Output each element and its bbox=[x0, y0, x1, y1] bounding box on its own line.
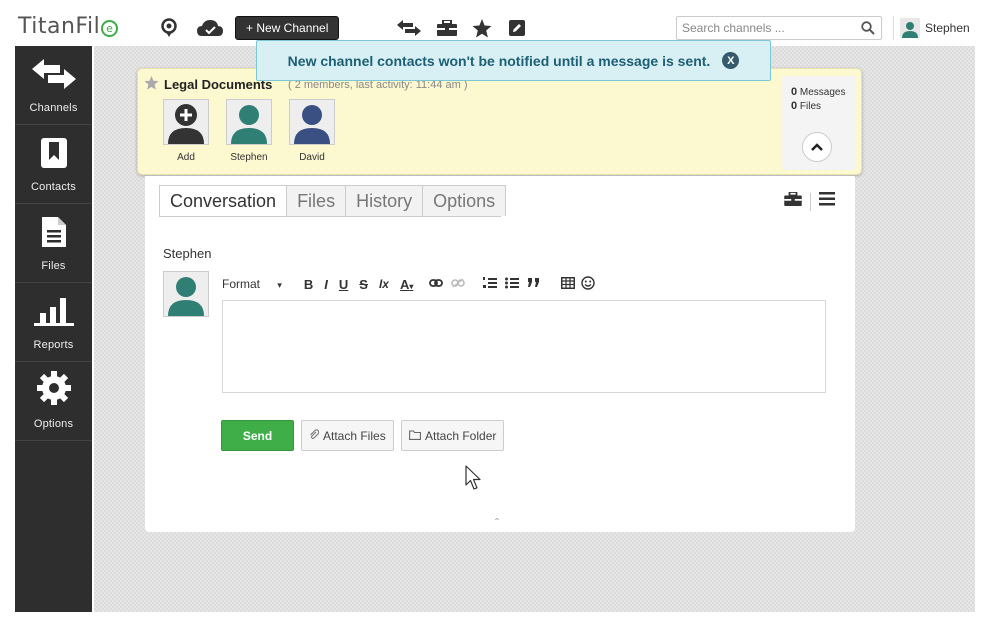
sidebar-item-label: Files bbox=[41, 260, 66, 272]
chevron-down-icon: ▾ bbox=[277, 280, 282, 290]
tab-bar: Conversation Files History Options bbox=[159, 185, 507, 216]
user-menu[interactable]: Stephen bbox=[893, 16, 971, 40]
sidebar: Channels Contacts Files Reports Options bbox=[15, 46, 92, 612]
cloud-icon[interactable] bbox=[196, 17, 224, 39]
sidebar-item-options[interactable]: Options bbox=[15, 362, 92, 441]
chevron-up-icon bbox=[811, 143, 823, 151]
logo[interactable]: TitanFil e bbox=[18, 14, 119, 39]
sidebar-item-reports[interactable]: Reports bbox=[15, 283, 92, 362]
search-box bbox=[676, 16, 882, 40]
emoji-icon[interactable] bbox=[581, 275, 596, 293]
gear-icon bbox=[36, 371, 71, 410]
editor-toolbar: Format ▾ B I U S Ix A▾ bbox=[222, 274, 596, 294]
channel-header: Legal Documents ( 2 members, last activi… bbox=[137, 68, 862, 175]
tab-history[interactable]: History bbox=[345, 185, 424, 216]
transfer-arrows-icon[interactable] bbox=[396, 17, 422, 39]
table-icon[interactable] bbox=[561, 276, 576, 292]
collapse-header-button[interactable] bbox=[802, 132, 832, 162]
sidebar-item-label: Reports bbox=[33, 339, 74, 351]
files-stat: 0 Files bbox=[791, 100, 822, 112]
bullet-list-icon[interactable] bbox=[505, 277, 520, 292]
sidebar-item-files[interactable]: Files bbox=[15, 204, 92, 283]
underline-button[interactable]: U bbox=[339, 277, 348, 292]
message-editor[interactable] bbox=[222, 300, 826, 393]
member-name: David bbox=[299, 152, 325, 163]
tab-files[interactable]: Files bbox=[286, 185, 347, 216]
paperclip-icon bbox=[309, 428, 320, 443]
sidebar-item-label: Contacts bbox=[30, 181, 76, 193]
star-icon[interactable] bbox=[471, 17, 493, 39]
avatar bbox=[226, 99, 272, 145]
avatar bbox=[163, 271, 209, 317]
divider bbox=[810, 192, 811, 211]
sidebar-item-channels[interactable]: Channels bbox=[15, 46, 92, 125]
attach-files-button[interactable]: Attach Files bbox=[301, 420, 394, 451]
search-icon[interactable] bbox=[861, 21, 875, 40]
sidebar-item-label: Channels bbox=[29, 102, 78, 114]
toolbox-icon[interactable] bbox=[784, 191, 802, 211]
format-dropdown[interactable]: Format ▾ bbox=[222, 277, 282, 291]
main-panel: Conversation Files History Options Steph… bbox=[145, 176, 855, 532]
logo-text: TitanFil bbox=[18, 14, 101, 39]
italic-button[interactable]: I bbox=[324, 277, 328, 292]
add-member-button[interactable]: Add bbox=[162, 99, 210, 163]
composer-author: Stephen bbox=[163, 246, 212, 261]
attach-files-label: Attach Files bbox=[323, 428, 386, 443]
attach-folder-label: Attach Folder bbox=[425, 428, 497, 443]
bold-button[interactable]: B bbox=[304, 277, 313, 292]
support-icon[interactable] bbox=[158, 17, 180, 39]
avatar bbox=[163, 99, 209, 145]
tab-options[interactable]: Options bbox=[422, 185, 507, 216]
messages-stat: 0 Messages bbox=[791, 86, 846, 98]
link-icon[interactable] bbox=[429, 277, 444, 291]
notification-banner: New channel contacts won't be notified u… bbox=[256, 40, 771, 81]
member-david[interactable]: David bbox=[288, 99, 336, 163]
close-icon[interactable]: X bbox=[722, 52, 740, 69]
tab-conversation[interactable]: Conversation bbox=[159, 185, 288, 216]
numbered-list-icon[interactable] bbox=[483, 276, 498, 292]
bookmark-icon bbox=[40, 138, 67, 173]
app-window: TitanFil e + New Channel Search channels… bbox=[0, 0, 992, 630]
search-input[interactable] bbox=[677, 17, 852, 39]
member-name: Add bbox=[177, 152, 195, 163]
attach-folder-button[interactable]: Attach Folder bbox=[401, 420, 505, 451]
avatar bbox=[900, 18, 920, 38]
strikethrough-button[interactable]: S bbox=[359, 277, 368, 292]
member-name: Stephen bbox=[230, 152, 268, 163]
new-channel-button[interactable]: + New Channel bbox=[235, 16, 340, 40]
clear-format-button[interactable]: Ix bbox=[379, 277, 389, 291]
tabs-divider bbox=[159, 216, 501, 217]
notification-text: New channel contacts won't be notified u… bbox=[287, 52, 711, 69]
quote-icon[interactable] bbox=[527, 277, 541, 291]
sidebar-item-label: Options bbox=[33, 418, 74, 430]
transfer-arrows-icon bbox=[31, 59, 76, 94]
expand-icon[interactable]: ˆ bbox=[495, 516, 499, 530]
cursor-icon bbox=[465, 465, 483, 496]
menu-icon[interactable] bbox=[819, 192, 835, 211]
user-name: Stephen bbox=[925, 21, 970, 35]
file-icon bbox=[41, 217, 66, 252]
edit-icon[interactable] bbox=[506, 17, 528, 39]
logo-mark: e bbox=[101, 20, 119, 37]
channel-stats: 0 Messages 0 Files bbox=[782, 76, 856, 170]
avatar bbox=[289, 99, 335, 145]
star-icon[interactable] bbox=[144, 76, 159, 95]
bar-chart-icon bbox=[33, 296, 74, 331]
folder-icon bbox=[409, 429, 421, 443]
panel-tools bbox=[784, 191, 835, 211]
sidebar-item-contacts[interactable]: Contacts bbox=[15, 125, 92, 204]
unlink-icon[interactable] bbox=[451, 277, 466, 291]
send-button[interactable]: Send bbox=[221, 420, 294, 451]
member-stephen[interactable]: Stephen bbox=[225, 99, 273, 163]
toolbox-icon[interactable] bbox=[436, 17, 458, 39]
text-color-button[interactable]: A▾ bbox=[400, 277, 413, 292]
